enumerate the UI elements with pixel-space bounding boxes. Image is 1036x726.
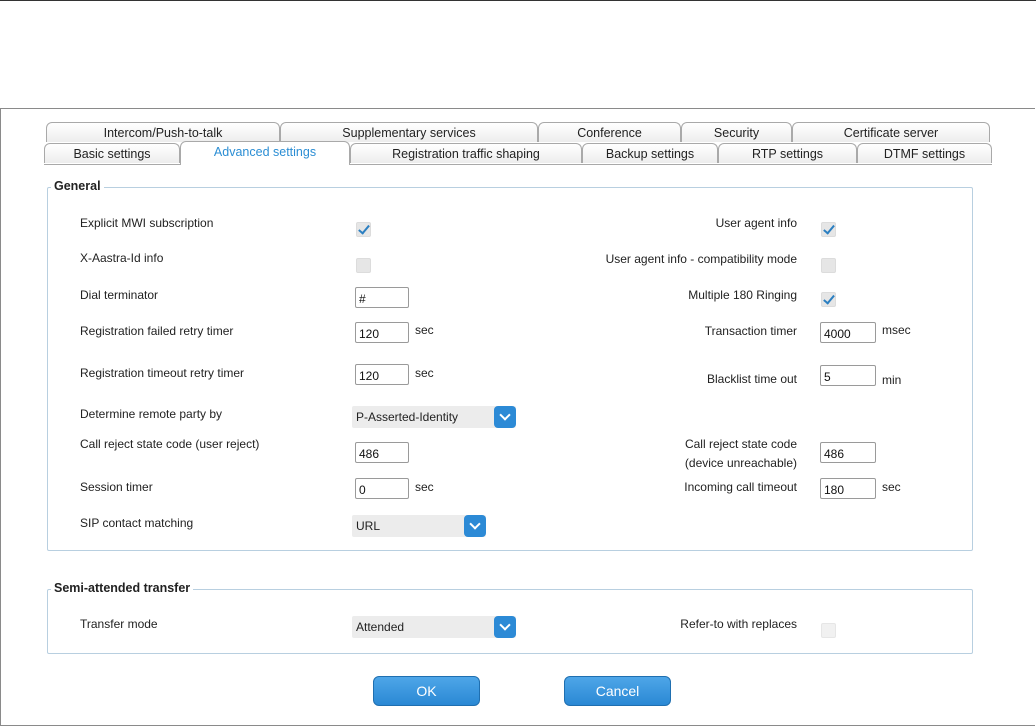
- tab-conference[interactable]: Conference: [538, 122, 681, 142]
- ok-button[interactable]: OK: [373, 676, 480, 706]
- window-top-border: [0, 0, 1036, 1]
- cancel-button[interactable]: Cancel: [564, 676, 671, 706]
- registration-timeout-retry-unit: sec: [415, 366, 434, 380]
- user-agent-compat-checkbox[interactable]: [821, 258, 836, 273]
- transaction-timer-input[interactable]: [820, 322, 876, 343]
- transaction-timer-unit: msec: [882, 323, 911, 337]
- session-timer-unit: sec: [415, 480, 434, 494]
- registration-timeout-retry-input[interactable]: [355, 364, 409, 385]
- incoming-call-timeout-unit: sec: [882, 480, 901, 494]
- session-timer-label: Session timer: [80, 480, 153, 494]
- sip-contact-matching-value: URL: [356, 519, 381, 533]
- call-reject-device-label-line2: (device unreachable): [684, 456, 797, 470]
- semi-attended-legend: Semi-attended transfer: [51, 581, 194, 595]
- blacklist-time-out-unit: min: [882, 373, 902, 387]
- transfer-mode-label: Transfer mode: [80, 617, 158, 631]
- tab-backup-settings[interactable]: Backup settings: [582, 143, 718, 163]
- incoming-call-timeout-label: Incoming call timeout: [684, 480, 797, 494]
- tab-intercom-push-to-talk[interactable]: Intercom/Push-to-talk: [46, 122, 280, 142]
- registration-failed-retry-input[interactable]: [355, 322, 409, 343]
- sip-contact-matching-label: SIP contact matching: [80, 516, 194, 530]
- determine-remote-party-value: P-Asserted-Identity: [356, 410, 459, 424]
- call-reject-user-input[interactable]: [355, 442, 409, 463]
- blacklist-time-out-label: Blacklist time out: [706, 372, 797, 386]
- registration-timeout-retry-label: Registration timeout retry timer: [80, 366, 245, 380]
- registration-failed-retry-unit: sec: [415, 323, 434, 337]
- tab-supplementary-services[interactable]: Supplementary services: [280, 122, 538, 142]
- x-aastra-id-checkbox[interactable]: [356, 258, 371, 273]
- call-reject-user-label: Call reject state code (user reject): [80, 437, 260, 451]
- tab-registration-traffic-shaping[interactable]: Registration traffic shaping: [350, 143, 582, 163]
- tab-rtp-settings[interactable]: RTP settings: [718, 143, 857, 163]
- dial-terminator-input[interactable]: [355, 287, 409, 308]
- incoming-call-timeout-input[interactable]: [820, 478, 876, 499]
- user-agent-info-checkbox[interactable]: [821, 222, 836, 237]
- refer-to-with-replaces-checkbox[interactable]: [821, 623, 836, 638]
- multiple-180-ringing-checkbox[interactable]: [821, 292, 836, 307]
- transfer-mode-select[interactable]: Attended: [352, 616, 516, 638]
- transaction-timer-label: Transaction timer: [704, 324, 797, 338]
- session-timer-input[interactable]: [355, 478, 409, 499]
- call-reject-device-label: Call reject state code: [684, 437, 797, 451]
- call-reject-device-input[interactable]: [820, 442, 876, 463]
- x-aastra-id-label: X-Aastra-Id info: [80, 251, 164, 265]
- user-agent-info-label: User agent info: [715, 216, 797, 230]
- chevron-down-icon[interactable]: [464, 515, 486, 537]
- user-agent-compat-label: User agent info - compatibility mode: [605, 252, 797, 266]
- general-legend: General: [51, 179, 104, 193]
- tab-certificate-server[interactable]: Certificate server: [792, 122, 990, 142]
- tab-advanced-settings[interactable]: Advanced settings: [180, 141, 350, 165]
- dial-terminator-label: Dial terminator: [80, 288, 159, 302]
- determine-remote-party-label: Determine remote party by: [80, 407, 223, 421]
- sip-contact-matching-select[interactable]: URL: [352, 515, 486, 537]
- determine-remote-party-select[interactable]: P-Asserted-Identity: [352, 406, 516, 428]
- transfer-mode-value: Attended: [356, 620, 405, 634]
- multiple-180-ringing-label: Multiple 180 Ringing: [688, 288, 797, 302]
- tab-basic-settings[interactable]: Basic settings: [44, 143, 180, 163]
- explicit-mwi-label: Explicit MWI subscription: [80, 216, 214, 230]
- refer-to-with-replaces-label: Refer-to with replaces: [680, 617, 797, 631]
- chevron-down-icon[interactable]: [494, 616, 516, 638]
- explicit-mwi-checkbox[interactable]: [356, 222, 371, 237]
- tab-dtmf-settings[interactable]: DTMF settings: [857, 143, 992, 163]
- blacklist-time-out-input[interactable]: [820, 365, 876, 386]
- chevron-down-icon[interactable]: [494, 406, 516, 428]
- tab-security[interactable]: Security: [681, 122, 792, 142]
- registration-failed-retry-label: Registration failed retry timer: [80, 324, 234, 338]
